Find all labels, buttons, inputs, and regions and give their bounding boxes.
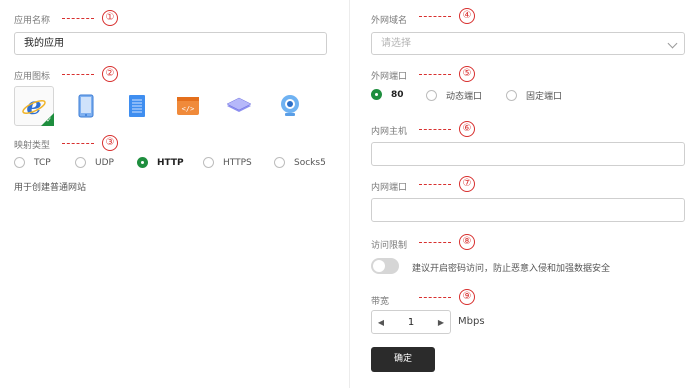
app-name-label: 应用名称: [14, 16, 51, 26]
layers-icon[interactable]: [219, 86, 259, 126]
code-icon[interactable]: </>: [168, 86, 208, 126]
app-name-input[interactable]: 我的应用: [14, 32, 327, 55]
decrement-icon[interactable]: ◀: [372, 318, 390, 327]
annotation-7: ⑦: [419, 176, 475, 192]
tablet-icon[interactable]: [66, 86, 106, 126]
ext-port-label: 外网端口: [371, 72, 408, 82]
radio-fixed-port[interactable]: 固定端口: [506, 89, 562, 102]
access-toggle[interactable]: [371, 258, 399, 274]
bandwidth-unit: Mbps: [458, 316, 485, 327]
svg-text:</>: </>: [182, 105, 195, 113]
domain-label: 外网域名: [371, 16, 408, 26]
annotation-2: ②: [62, 66, 118, 82]
chevron-down-icon: [667, 38, 678, 49]
annotation-6: ⑥: [419, 121, 475, 137]
host-label: 内网主机: [371, 127, 408, 137]
access-label: 访问限制: [371, 241, 408, 251]
annotation-3: ③: [62, 135, 118, 151]
column-divider: [349, 0, 350, 388]
radio-tcp[interactable]: TCP: [14, 157, 51, 168]
radio-socks5[interactable]: Socks5: [274, 157, 326, 168]
annotation-9: ⑨: [419, 289, 475, 305]
int-port-label: 内网端口: [371, 183, 408, 193]
access-hint: 建议开启密码访问，防止恶意入侵和加强数据安全: [412, 264, 611, 274]
annotation-4: ④: [419, 8, 475, 24]
radio-udp[interactable]: UDP: [75, 157, 114, 168]
app-icon-label: 应用图标: [14, 72, 51, 82]
bandwidth-label: 带宽: [371, 297, 390, 307]
webcam-icon[interactable]: [270, 86, 310, 126]
domain-select[interactable]: 请选择: [371, 32, 685, 55]
host-input[interactable]: [371, 142, 685, 166]
confirm-button[interactable]: 确定: [371, 347, 435, 372]
document-icon[interactable]: [117, 86, 157, 126]
bandwidth-value[interactable]: 1: [390, 317, 432, 328]
radio-https[interactable]: HTTPS: [203, 157, 252, 168]
int-port-input[interactable]: [371, 198, 685, 222]
ie-icon[interactable]: e ✓: [14, 86, 54, 126]
radio-http[interactable]: HTTP: [137, 157, 184, 168]
map-type-hint: 用于创建普通网站: [14, 183, 87, 193]
map-type-label: 映射类型: [14, 141, 51, 151]
radio-port-80[interactable]: 80: [371, 89, 404, 100]
increment-icon[interactable]: ▶: [432, 318, 450, 327]
radio-dynamic-port[interactable]: 动态端口: [426, 89, 482, 102]
bandwidth-stepper[interactable]: ◀ 1 ▶: [371, 310, 451, 334]
annotation-5: ⑤: [419, 66, 475, 82]
annotation-1: ①: [62, 10, 118, 26]
annotation-8: ⑧: [419, 234, 475, 250]
